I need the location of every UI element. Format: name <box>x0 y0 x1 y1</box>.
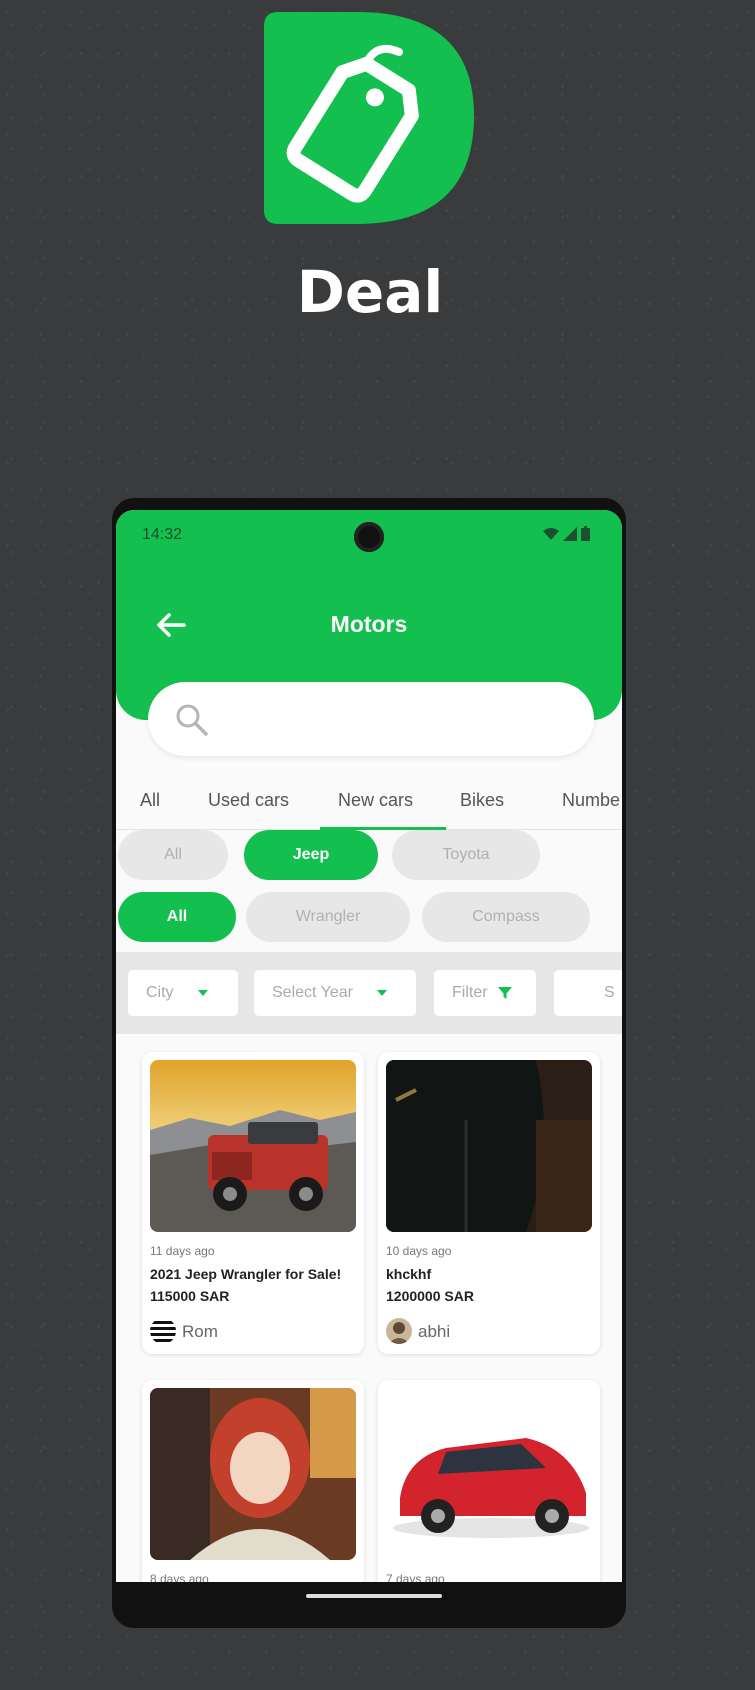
year-dropdown[interactable]: Select Year <box>254 970 416 1016</box>
listing-price: 1200000 SAR <box>386 1288 474 1304</box>
listing-user: Rom <box>182 1322 218 1341</box>
brand-chip-all[interactable]: All <box>118 830 228 880</box>
listing-card[interactable]: 7 days ago <box>378 1380 600 1582</box>
listing-card[interactable]: 10 days ago khckhf 1200000 SAR abhi <box>378 1052 600 1354</box>
listing-image-jeep <box>150 1060 356 1232</box>
sort-button[interactable]: S <box>554 970 622 1016</box>
model-chip-all[interactable]: All <box>118 892 236 942</box>
search-input[interactable] <box>148 682 594 756</box>
front-camera <box>354 522 384 552</box>
listing-image-hyundai <box>386 1388 592 1560</box>
listing-card[interactable]: 11 days ago 2021 Jeep Wrangler for Sale!… <box>142 1052 364 1354</box>
city-dropdown[interactable]: City <box>128 970 238 1016</box>
brand-chip-toyota[interactable]: Toyota <box>392 830 540 880</box>
listing-user: abhi <box>418 1322 451 1341</box>
listing-time: 11 days ago <box>150 1244 215 1258</box>
listing-price: 115000 SAR <box>150 1288 230 1304</box>
listing-title: khckhf <box>386 1266 432 1282</box>
phone-frame: 14:32 Motors All Used cars New cars Bike… <box>112 498 626 1628</box>
model-chip-compass[interactable]: Compass <box>422 892 590 942</box>
chevron-down-icon <box>197 990 208 996</box>
year-dropdown-label: Select Year <box>272 984 353 1001</box>
category-tabs: All Used cars New cars Bikes Numbe <box>116 772 622 830</box>
signal-icon <box>563 526 577 541</box>
listing-image-anime <box>150 1388 356 1560</box>
tab-new-cars[interactable]: New cars <box>338 790 413 811</box>
chevron-down-icon <box>376 990 387 996</box>
home-indicator[interactable] <box>306 1594 442 1598</box>
filter-button-label: Filter <box>452 984 488 1001</box>
funnel-icon <box>497 987 512 999</box>
listing-time: 7 days ago <box>386 1572 445 1582</box>
wifi-icon <box>543 527 559 540</box>
status-icons <box>543 526 590 541</box>
brand-chip-jeep[interactable]: Jeep <box>244 830 378 880</box>
listing-time: 8 days ago <box>150 1572 209 1582</box>
search-icon <box>176 704 208 736</box>
battery-icon <box>581 526 590 541</box>
sort-button-label: S <box>604 984 615 1001</box>
filter-button[interactable]: Filter <box>434 970 536 1016</box>
listing-title: 2021 Jeep Wrangler for Sale! <box>150 1266 342 1282</box>
app-screen: 14:32 Motors All Used cars New cars Bike… <box>116 510 622 1582</box>
tab-used-cars[interactable]: Used cars <box>208 790 289 811</box>
listing-time: 10 days ago <box>386 1244 452 1258</box>
tab-bikes[interactable]: Bikes <box>460 790 504 811</box>
model-chip-wrangler[interactable]: Wrangler <box>246 892 410 942</box>
avatar <box>150 1318 176 1344</box>
avatar <box>386 1318 412 1344</box>
deal-logo-icon <box>264 12 474 224</box>
listing-image-bag <box>386 1060 592 1232</box>
city-dropdown-label: City <box>146 984 174 1001</box>
page-title: Motors <box>330 611 408 637</box>
navigation-bar <box>116 1582 622 1614</box>
tab-all[interactable]: All <box>140 790 160 811</box>
listing-card[interactable]: 8 days ago <box>142 1380 364 1582</box>
brand-name: Deal <box>296 258 444 326</box>
filter-bar: City Select Year Filter S <box>116 952 622 1034</box>
tab-numbers[interactable]: Numbe <box>562 790 620 811</box>
status-time: 14:32 <box>142 526 183 543</box>
